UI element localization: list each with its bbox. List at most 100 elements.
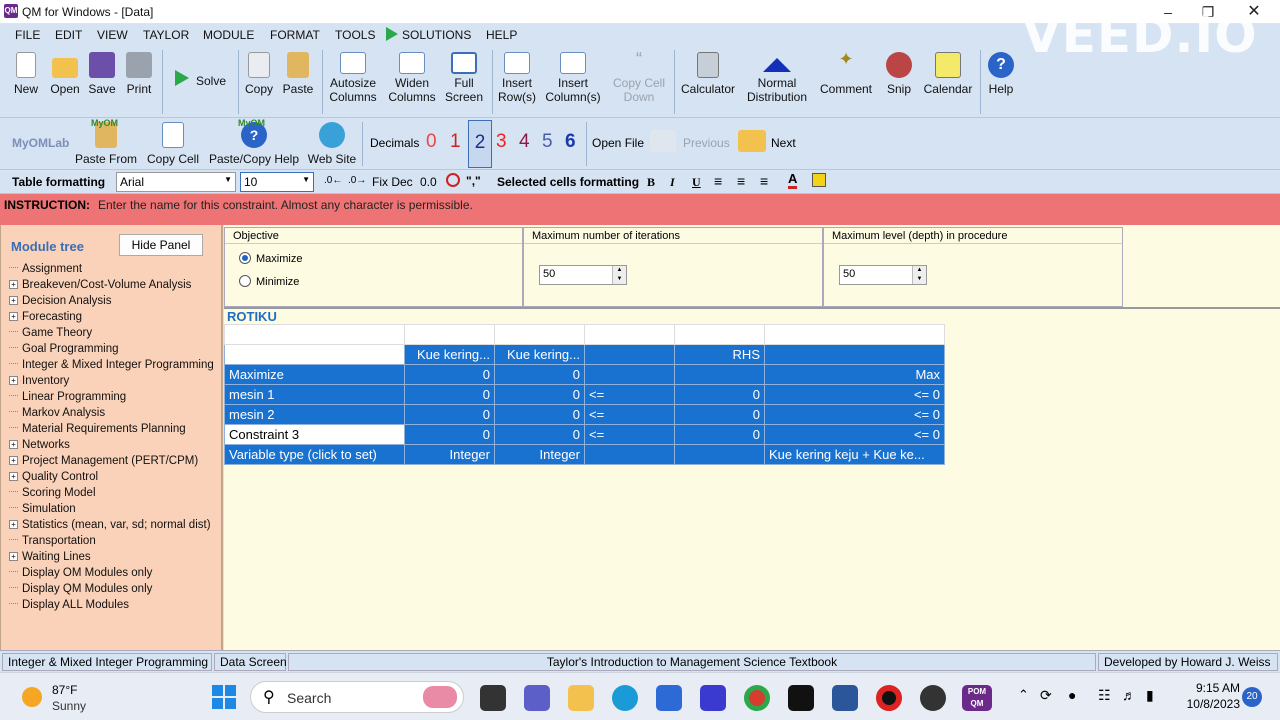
expand-icon[interactable]: + <box>9 440 18 449</box>
decimals-3-button[interactable]: 3 <box>496 131 507 153</box>
copy-cell-down-button[interactable]: “ Copy Cell Down <box>608 50 670 104</box>
wifi-icon[interactable]: ☷ <box>1098 687 1111 704</box>
expand-icon[interactable]: + <box>9 296 18 305</box>
table-cell[interactable]: <= <box>584 424 675 445</box>
word-icon[interactable] <box>832 685 858 711</box>
menu-tools[interactable]: TOOLS <box>335 28 375 42</box>
edge-icon[interactable] <box>612 685 638 711</box>
underline-button[interactable]: U <box>692 175 701 190</box>
expand-icon[interactable]: + <box>9 312 18 321</box>
table-cell[interactable] <box>584 364 675 385</box>
math-app-icon[interactable] <box>700 685 726 711</box>
align-right-icon[interactable]: ≡ <box>760 173 768 189</box>
task-view-icon[interactable] <box>480 685 506 711</box>
previous-button[interactable]: Previous <box>683 136 730 150</box>
fix-dec-button[interactable]: Fix Dec <box>372 175 413 189</box>
row-label-cell[interactable]: Maximize <box>224 364 405 385</box>
decimals-4-button[interactable]: 4 <box>519 131 530 153</box>
depth-spinner[interactable]: 50 ▲ ▼ <box>839 265 927 285</box>
zero-format-button[interactable]: 0.0 <box>420 175 437 189</box>
decrease-decimal-icon[interactable]: .0← <box>324 175 342 186</box>
tree-item[interactable]: Display ALL Modules <box>9 599 129 611</box>
variable-type-cell[interactable]: Integer <box>404 444 495 465</box>
weather-temp[interactable]: 87°F <box>52 683 77 697</box>
menu-file[interactable]: FILE <box>15 28 40 42</box>
tree-item[interactable]: Material Requirements Planning <box>9 423 186 435</box>
comma-format-button[interactable]: "," <box>466 174 481 188</box>
menu-module[interactable]: MODULE <box>203 28 254 42</box>
menu-view[interactable]: VIEW <box>97 28 128 42</box>
tree-item[interactable]: + Networks <box>9 439 70 451</box>
taskbar-search[interactable]: ⚲ Search <box>250 681 464 713</box>
minimize-radio[interactable]: Minimize <box>239 275 299 288</box>
volume-icon[interactable]: ♬ <box>1122 687 1136 703</box>
expand-icon[interactable]: + <box>9 472 18 481</box>
sync-icon[interactable]: ⟳ <box>1040 687 1052 704</box>
decimals-2-button[interactable]: 2 <box>468 120 492 168</box>
hide-panel-button[interactable]: Hide Panel <box>119 234 203 256</box>
table-cell[interactable]: 0 <box>494 384 585 405</box>
tree-item[interactable]: + Statistics (mean, var, sd; normal dist) <box>9 519 211 531</box>
full-screen-button[interactable]: Full Screen <box>444 50 484 104</box>
tree-item[interactable]: Goal Programming <box>9 343 119 355</box>
tree-item[interactable]: Game Theory <box>9 327 92 339</box>
paste-button[interactable]: Paste <box>281 50 315 96</box>
table-cell[interactable]: 0 <box>404 424 495 445</box>
myomlab-link[interactable]: MyOMLab <box>12 136 69 150</box>
table-cell[interactable] <box>674 364 765 385</box>
app-icon-dark[interactable] <box>920 685 946 711</box>
expand-icon[interactable]: + <box>9 456 18 465</box>
menu-help[interactable]: HELP <box>486 28 517 42</box>
bold-button[interactable]: B <box>647 175 655 190</box>
autosize-columns-button[interactable]: Autosize Columns <box>327 50 379 104</box>
table-cell[interactable]: 0 <box>404 404 495 425</box>
tree-item[interactable]: + Breakeven/Cost-Volume Analysis <box>9 279 191 291</box>
new-button[interactable]: New <box>10 50 42 96</box>
font-size-select[interactable]: 10 ▼ <box>240 172 314 192</box>
save-button[interactable]: Save <box>87 50 117 96</box>
chrome-icon[interactable] <box>744 685 770 711</box>
start-button[interactable] <box>212 685 236 709</box>
weather-condition[interactable]: Sunny <box>52 699 86 713</box>
calculator-button[interactable]: Calculator <box>679 50 737 96</box>
clock-time[interactable]: 9:15 AM <box>1180 681 1240 695</box>
decimals-1-button[interactable]: 1 <box>450 131 461 153</box>
header-cell[interactable]: Kue kering... <box>494 344 585 365</box>
spinner-arrows-icon[interactable]: ▲ ▼ <box>912 266 926 284</box>
chevron-up-icon[interactable]: ⌃ <box>1018 687 1029 703</box>
tree-item[interactable]: Transportation <box>9 535 96 547</box>
table-cell[interactable]: 0 <box>494 404 585 425</box>
calendar-button[interactable]: Calendar <box>922 50 974 96</box>
pom-qm-icon[interactable]: POM QM <box>962 685 992 711</box>
decimals-5-button[interactable]: 5 <box>542 131 553 153</box>
tree-item[interactable]: + Waiting Lines <box>9 551 91 563</box>
expand-icon[interactable]: + <box>9 280 18 289</box>
menu-edit[interactable]: EDIT <box>55 28 82 42</box>
row-label-cell[interactable]: mesin 1 <box>224 384 405 405</box>
web-site-button[interactable]: Web Site <box>306 118 358 166</box>
table-cell[interactable]: <= <box>584 384 675 405</box>
table-cell[interactable]: <= <box>584 404 675 425</box>
comment-button[interactable]: ✦ Comment <box>817 50 875 96</box>
copy-button[interactable]: Copy <box>242 50 276 96</box>
tree-item[interactable]: Linear Programming <box>9 391 126 403</box>
tree-item[interactable]: Display OM Modules only <box>9 567 152 579</box>
row-label-cell[interactable]: mesin 2 <box>224 404 405 425</box>
tree-item[interactable]: Assignment <box>9 263 82 275</box>
maximize-radio[interactable]: Maximize <box>239 252 302 265</box>
widen-columns-button[interactable]: Widen Columns <box>386 50 438 104</box>
table-cell[interactable]: 0 <box>674 404 765 425</box>
notification-badge[interactable]: 20 <box>1242 687 1262 707</box>
normal-distribution-button[interactable]: Normal Distribution <box>744 50 810 104</box>
tree-item[interactable]: Simulation <box>9 503 76 515</box>
table-cell[interactable]: 0 <box>674 384 765 405</box>
table-cell[interactable]: 0 <box>674 424 765 445</box>
expand-icon[interactable]: + <box>9 552 18 561</box>
spinner-arrows-icon[interactable]: ▲ ▼ <box>612 266 626 284</box>
align-left-icon[interactable]: ≡ <box>714 173 722 189</box>
tree-item[interactable]: Markov Analysis <box>9 407 105 419</box>
fill-color-icon[interactable] <box>812 173 826 187</box>
align-center-icon[interactable]: ≡ <box>737 173 745 189</box>
tree-item[interactable]: + Inventory <box>9 375 69 387</box>
print-button[interactable]: Print <box>122 50 156 96</box>
